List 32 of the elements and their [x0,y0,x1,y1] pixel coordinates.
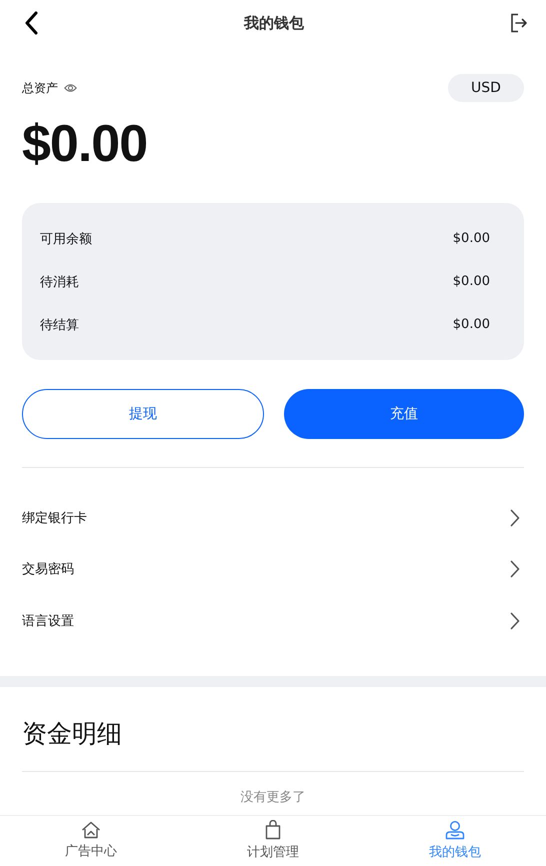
menu-item-label: 语言设置 [22,612,74,630]
menu-item[interactable]: 交易密码 [0,544,546,595]
tab[interactable]: 广告中心 [0,816,182,864]
chevron-right-icon [510,508,520,527]
menu-item[interactable]: 语言设置 [0,595,546,646]
details-title: 资金明细 [21,718,123,750]
page-title: 我的钱包 [244,14,304,32]
menu-item-label: 交易密码 [22,561,74,578]
back-icon[interactable] [24,11,38,35]
chevron-right-icon [510,560,520,578]
balance-label: 可用余额 [40,230,92,248]
logout-icon[interactable] [510,13,528,33]
withdraw-button[interactable]: 提现 [22,389,264,439]
total-amount: $0.00 [21,114,148,175]
tab[interactable]: 我的钱包 [364,816,546,864]
chevron-right-icon [510,612,520,630]
currency-button[interactable]: USD [448,74,524,102]
eye-icon[interactable] [64,83,77,93]
person-icon [445,820,465,840]
menu-item[interactable]: 绑定银行卡 [0,492,546,544]
balance-value: $0.00 [452,231,490,246]
balance-value: $0.00 [452,317,490,332]
tab[interactable]: 计划管理 [182,816,364,864]
bag-icon [265,820,281,840]
balance-label: 待结算 [40,316,79,334]
empty-message: 没有更多了 [240,788,306,806]
home-icon [81,820,101,838]
total-assets-label: 总资产 [22,80,58,96]
balance-label: 待消耗 [40,274,79,290]
menu-item-label: 绑定银行卡 [22,510,87,527]
recharge-button[interactable]: 充值 [284,389,524,439]
balance-value: $0.00 [452,274,490,289]
